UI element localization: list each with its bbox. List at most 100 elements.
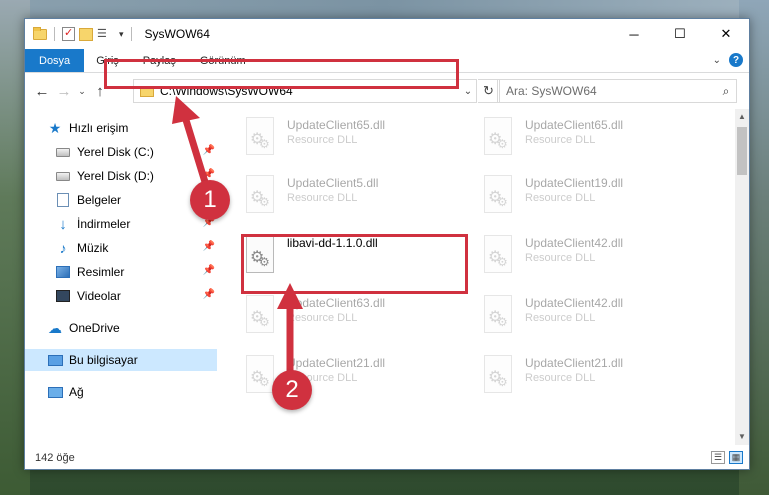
close-button[interactable]: ✕: [703, 19, 749, 49]
address-dropdown-icon[interactable]: ⌄: [460, 86, 476, 97]
vertical-scrollbar[interactable]: ▲ ▼: [735, 109, 749, 445]
star-icon: ★: [48, 119, 62, 136]
navigation-pane: ★ Hızlı erişim Yerel Disk (C:) 📌 Yerel D…: [25, 109, 217, 445]
address-bar-highlight: [104, 59, 459, 89]
desktop-background-top: [0, 0, 769, 20]
downloads-icon: ↓: [59, 215, 67, 233]
onedrive-icon: ☁: [48, 319, 62, 336]
back-button[interactable]: ←: [31, 83, 53, 100]
toolbar-separator: [130, 27, 132, 41]
file-name: UpdateClient42.dll: [525, 236, 624, 250]
file-description: Resource DLL: [287, 134, 358, 146]
sidebar-item-label: Videolar: [77, 289, 121, 303]
pin-icon[interactable]: 📌: [203, 145, 215, 156]
forward-button[interactable]: →: [53, 83, 75, 100]
sidebar-item-label: Belgeler: [77, 193, 122, 207]
sidebar-item-label: Bu bilgisayar: [69, 353, 138, 367]
file-item[interactable]: ⚙ ⚙ UpdateClient65.dll Resource DLL: [479, 117, 709, 169]
sidebar-item-this-pc[interactable]: Bu bilgisayar: [25, 349, 217, 371]
sidebar-item-music[interactable]: ♪ Müzik 📌: [55, 237, 216, 259]
sidebar-item-label: Müzik: [77, 241, 109, 255]
window-title: SysWOW64: [144, 27, 210, 41]
sidebar-item-local-disk-d[interactable]: Yerel Disk (D:) 📌: [55, 165, 215, 187]
folder-icon: [33, 26, 47, 40]
file-item[interactable]: ⚙ ⚙ UpdateClient42.dll Resource DLL: [479, 295, 709, 347]
step-2-badge: 2: [272, 370, 312, 410]
item-count: 142 öğe: [35, 452, 75, 464]
title-bar: ☰ ▾ SysWOW64 ─ ☐ ✕: [25, 19, 749, 49]
file-name: UpdateClient5.dll: [287, 176, 379, 190]
help-icon[interactable]: ?: [729, 53, 743, 67]
file-description: Resource DLL: [525, 372, 596, 384]
file-name: UpdateClient63.dll: [287, 296, 386, 310]
sidebar-item-label: OneDrive: [69, 321, 120, 335]
sidebar-item-network[interactable]: Ağ: [47, 381, 217, 403]
file-item[interactable]: ⚙ ⚙ UpdateClient63.dll Resource DLL: [241, 295, 471, 347]
maximize-button[interactable]: ☐: [657, 19, 703, 49]
file-description: Resource DLL: [525, 312, 596, 324]
search-input[interactable]: Ara: SysWOW64: [506, 84, 716, 98]
pictures-icon: [56, 266, 70, 278]
pin-icon[interactable]: 📌: [203, 265, 215, 276]
file-description: Resource DLL: [525, 192, 596, 204]
sidebar-item-local-disk-c[interactable]: Yerel Disk (C:) 📌: [55, 141, 215, 163]
file-item[interactable]: ⚙ ⚙ UpdateClient21.dll Resource DLL: [479, 355, 709, 407]
status-bar: 142 öğe ☰ ▦: [25, 447, 749, 469]
file-name: UpdateClient65.dll: [287, 118, 386, 132]
file-highlight: [241, 234, 468, 294]
network-icon: [47, 386, 63, 398]
chevron-up-icon[interactable]: ⌄: [713, 55, 721, 66]
sidebar-item-videos[interactable]: Videolar 📌: [55, 285, 215, 307]
properties-icon[interactable]: [62, 26, 75, 41]
details-view-icon[interactable]: ☰: [711, 451, 725, 464]
dll-file-icon: ⚙ ⚙: [479, 355, 517, 397]
music-icon: ♪: [59, 240, 67, 256]
dll-file-icon: ⚙ ⚙: [479, 295, 517, 337]
file-description: Resource DLL: [525, 252, 596, 264]
dll-file-icon: ⚙ ⚙: [479, 175, 517, 217]
scrollbar-thumb[interactable]: [737, 127, 747, 175]
large-icons-view-icon[interactable]: ▦: [729, 451, 743, 464]
search-icon: ⌕: [722, 83, 730, 98]
videos-icon: [56, 290, 70, 302]
new-folder-icon[interactable]: [79, 27, 93, 41]
window-controls: ─ ☐ ✕: [611, 19, 749, 49]
toolbar-separator: [54, 27, 55, 41]
documents-icon: [57, 193, 69, 207]
sidebar-item-downloads[interactable]: ↓ İndirmeler 📌: [55, 213, 215, 235]
sidebar-item-label: Ağ: [69, 385, 84, 399]
dll-file-icon: ⚙ ⚙: [241, 175, 279, 217]
file-item[interactable]: ⚙ ⚙ UpdateClient42.dll Resource DLL: [479, 235, 709, 287]
sidebar-item-onedrive[interactable]: ☁ OneDrive: [47, 317, 217, 339]
file-item[interactable]: ⚙ ⚙ UpdateClient5.dll Resource DLL: [241, 175, 471, 227]
pin-icon[interactable]: 📌: [203, 241, 215, 252]
sidebar-item-quick-access[interactable]: ★ Hızlı erişim: [47, 117, 217, 139]
sidebar-item-label: İndirmeler: [77, 217, 131, 231]
step-1-badge: 1: [190, 180, 230, 220]
sidebar-item-label: Yerel Disk (D:): [77, 169, 154, 183]
pin-icon[interactable]: 📌: [203, 289, 215, 300]
search-box[interactable]: Ara: SysWOW64 ⌕: [497, 79, 737, 103]
customize-toolbar-dropdown-icon[interactable]: ▾: [119, 29, 124, 40]
tab-file[interactable]: Dosya: [25, 49, 85, 72]
drive-icon: [56, 171, 70, 181]
dll-file-icon: ⚙ ⚙: [479, 235, 517, 277]
sidebar-item-pictures[interactable]: Resimler 📌: [55, 261, 215, 283]
scroll-up-icon[interactable]: ▲: [735, 109, 749, 125]
recent-locations-dropdown[interactable]: ⌄: [75, 86, 89, 97]
file-item[interactable]: ⚙ ⚙ UpdateClient65.dll Resource DLL: [241, 117, 471, 169]
sidebar-item-label: Hızlı erişim: [69, 121, 129, 135]
pin-icon[interactable]: 📌: [203, 169, 215, 180]
file-name: UpdateClient42.dll: [525, 296, 624, 310]
file-description: Resource DLL: [287, 312, 358, 324]
ribbon-right-controls: ⌄ ?: [713, 53, 743, 67]
view-options-icon[interactable]: ☰: [97, 28, 113, 40]
dll-file-icon: ⚙ ⚙: [241, 295, 279, 337]
file-item[interactable]: ⚙ ⚙ UpdateClient19.dll Resource DLL: [479, 175, 709, 227]
scroll-down-icon[interactable]: ▼: [735, 429, 749, 445]
view-switcher: ☰ ▦: [711, 451, 743, 464]
sidebar-item-label: Yerel Disk (C:): [77, 145, 154, 159]
drive-icon: [56, 147, 70, 157]
minimize-button[interactable]: ─: [611, 19, 657, 49]
dll-file-icon: ⚙ ⚙: [241, 117, 279, 159]
